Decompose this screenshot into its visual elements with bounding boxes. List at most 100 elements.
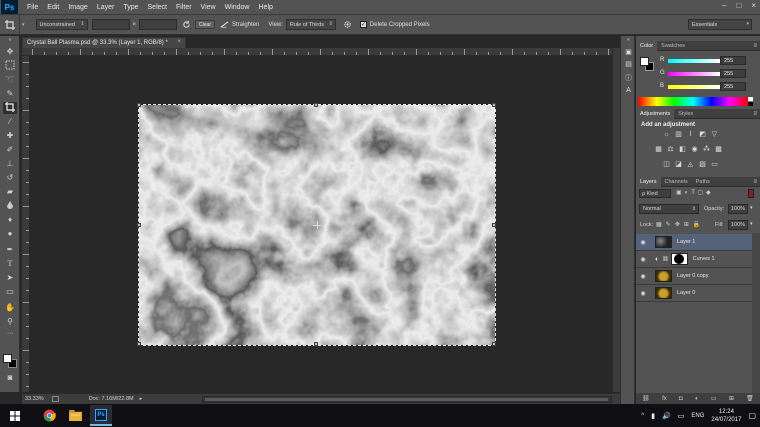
menu-edit[interactable]: Edit xyxy=(47,4,59,11)
vertical-scrollbar[interactable] xyxy=(612,48,620,392)
menu-filter[interactable]: Filter xyxy=(176,4,192,11)
clone-stamp-tool-icon[interactable]: ⊥ xyxy=(3,158,17,170)
color-lookup-icon[interactable]: ▩ xyxy=(714,146,723,154)
fill-field[interactable]: 100% xyxy=(728,220,748,230)
curves-icon[interactable]: ⌇ xyxy=(686,131,695,139)
hand-tool-icon[interactable]: ✋ xyxy=(3,302,17,314)
tab-styles[interactable]: Styles xyxy=(674,109,697,119)
red-value-field[interactable]: 255 xyxy=(720,56,746,65)
panel-menu-icon[interactable]: ≡ xyxy=(753,177,757,187)
green-value-field[interactable]: 255 xyxy=(720,69,746,78)
gear-icon[interactable] xyxy=(343,20,352,29)
blue-slider[interactable] xyxy=(668,85,720,89)
action-center-icon[interactable]: ▢ xyxy=(748,411,756,420)
blend-mode-dropdown[interactable]: Normal ⇕ xyxy=(639,204,699,214)
crop-tool-preset[interactable] xyxy=(0,15,20,34)
history-panel-icon[interactable]: ▣ xyxy=(624,48,633,57)
black-white-icon[interactable]: ◧ xyxy=(678,146,687,154)
new-layer-icon[interactable]: ⊞ xyxy=(729,395,734,402)
type-tool-icon[interactable]: T xyxy=(3,258,17,270)
straighten-icon[interactable] xyxy=(220,20,229,29)
straighten-label[interactable]: Straighten xyxy=(232,22,259,28)
crop-handle-bottom[interactable] xyxy=(314,342,318,346)
crop-tool-icon[interactable] xyxy=(3,102,17,114)
view-overlay-dropdown[interactable]: Rule of Thirds ⇕ xyxy=(285,19,336,30)
green-slider[interactable] xyxy=(668,72,720,76)
tab-color[interactable]: Color xyxy=(636,40,658,51)
status-info-icon[interactable] xyxy=(51,396,59,402)
tab-paths[interactable]: Paths xyxy=(692,177,714,187)
layer-row-curves-1[interactable]: ◉ ◐ ⛓ Curves 1 xyxy=(636,251,752,268)
horizontal-scrollbar-thumb[interactable] xyxy=(205,398,608,401)
menu-view[interactable]: View xyxy=(201,4,216,11)
link-layers-icon[interactable]: ⛓ xyxy=(642,395,650,402)
close-document-icon[interactable]: × xyxy=(177,39,181,45)
color-foreground-swatch[interactable] xyxy=(640,57,649,66)
quick-mask-icon[interactable]: ◙ xyxy=(3,372,17,384)
maximize-button[interactable]: □ xyxy=(736,1,741,10)
layers-scrollbar[interactable] xyxy=(752,233,760,393)
width-field[interactable] xyxy=(91,19,130,30)
menu-file[interactable]: File xyxy=(27,4,38,11)
crop-handle-top[interactable] xyxy=(314,103,318,107)
menu-type[interactable]: Type xyxy=(123,4,138,11)
foreground-color-swatch[interactable] xyxy=(3,354,12,363)
crop-handle-bottom-left[interactable] xyxy=(137,342,141,346)
workspace-dropdown[interactable]: Essentials ▾ xyxy=(688,19,752,30)
menu-image[interactable]: Image xyxy=(68,4,87,11)
gradient-map-icon[interactable]: ▭ xyxy=(710,161,719,169)
invert-icon[interactable]: ◫ xyxy=(662,161,671,169)
new-adjustment-icon[interactable]: ◐ xyxy=(695,396,699,402)
network-icon[interactable]: ▭ xyxy=(678,412,685,420)
levels-icon[interactable]: ▥ xyxy=(674,131,683,139)
language-indicator[interactable]: ENG xyxy=(691,413,704,419)
properties-panel-icon[interactable]: ▤ xyxy=(624,60,633,69)
layer-row-layer-0-copy[interactable]: ◉ Layer 0 copy xyxy=(636,268,752,285)
file-explorer-taskbar-button[interactable] xyxy=(64,405,86,426)
crop-handle-top-right[interactable] xyxy=(492,103,496,107)
ratio-dropdown[interactable]: Unconstrained ⇕ xyxy=(35,19,88,30)
collapse-panels-icon[interactable]: « xyxy=(624,38,633,43)
pen-tool-icon[interactable]: ✒ xyxy=(3,244,17,256)
lasso-tool-icon[interactable]: ➰ xyxy=(3,74,17,86)
swap-dimensions-button[interactable]: × xyxy=(133,22,137,28)
crop-handle-right[interactable] xyxy=(492,223,496,227)
opacity-field[interactable]: 100% xyxy=(728,204,748,214)
chrome-taskbar-button[interactable] xyxy=(38,405,60,426)
posterize-icon[interactable]: ◪ xyxy=(674,161,683,169)
panel-menu-icon[interactable]: ≡ xyxy=(753,109,757,119)
delete-cropped-checkbox[interactable]: ✓ xyxy=(359,21,367,28)
history-brush-tool-icon[interactable]: ↺ xyxy=(3,172,17,184)
eyedropper-tool-icon[interactable]: ⁄ xyxy=(3,116,17,128)
layer-filter-icons[interactable]: ▣◐T◻◆ xyxy=(676,189,714,196)
layer-name[interactable]: Curves 1 xyxy=(693,256,715,262)
clear-button[interactable]: Clear xyxy=(195,20,215,29)
layer-filter-kind-dropdown[interactable]: ρ Kind xyxy=(639,189,671,198)
windows-start-button[interactable] xyxy=(4,405,26,426)
dodge-tool-icon[interactable]: ● xyxy=(3,228,17,240)
horizontal-ruler[interactable] xyxy=(22,48,612,56)
clock[interactable]: 12:24 24/07/2017 xyxy=(711,408,741,424)
marquee-tool-icon[interactable] xyxy=(3,60,17,72)
threshold-icon[interactable]: ◬ xyxy=(686,161,695,169)
quick-selection-tool-icon[interactable]: ✎ xyxy=(3,88,17,100)
brightness-contrast-icon[interactable]: ☼ xyxy=(662,131,671,139)
rectangle-tool-icon[interactable]: ▭ xyxy=(3,286,17,298)
minimize-button[interactable]: – xyxy=(722,1,726,10)
eye-icon[interactable]: ◉ xyxy=(639,256,647,263)
eye-icon[interactable]: ◉ xyxy=(639,290,647,297)
crop-handle-left[interactable] xyxy=(137,223,141,227)
volume-icon[interactable]: 🔊 xyxy=(662,412,671,420)
close-window-button[interactable]: × xyxy=(751,1,756,10)
info-panel-icon[interactable]: ⓘ xyxy=(624,74,633,83)
tab-layers[interactable]: Layers xyxy=(636,176,661,187)
photo-filter-icon[interactable]: ◉ xyxy=(690,146,699,154)
panel-menu-icon[interactable]: ≡ xyxy=(753,41,757,51)
exposure-icon[interactable]: ◩ xyxy=(698,131,707,139)
hue-saturation-icon[interactable]: ▦ xyxy=(654,146,663,154)
zoom-tool-icon[interactable]: ⚲ xyxy=(3,316,17,328)
crop-handle-bottom-right[interactable] xyxy=(492,342,496,346)
tab-channels[interactable]: Channels xyxy=(661,177,692,187)
blur-tool-icon[interactable]: ♦ xyxy=(3,214,17,226)
selective-color-icon[interactable]: ▨ xyxy=(698,161,707,169)
